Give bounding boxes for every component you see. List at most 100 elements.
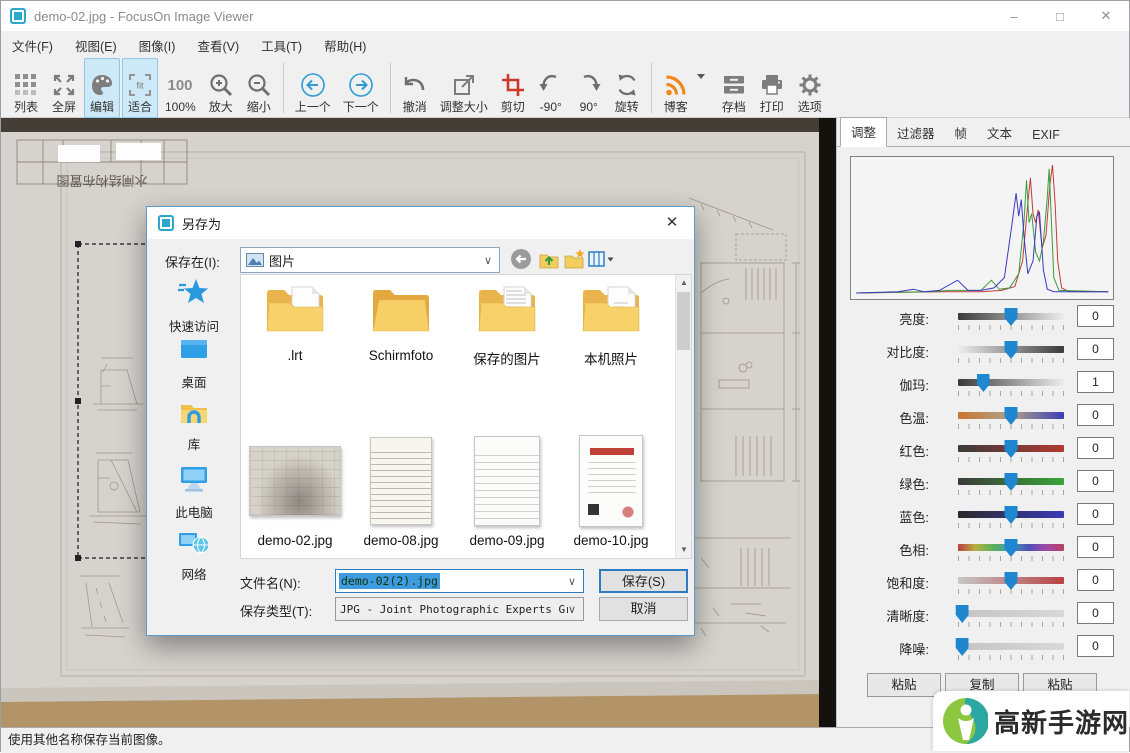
scroll-down-icon[interactable]: ▼ — [676, 542, 692, 558]
sidebar-item-libraries[interactable]: 库 — [149, 397, 239, 453]
brightness-slider[interactable] — [958, 313, 1064, 320]
crop-button[interactable]: 剪切 — [495, 58, 531, 118]
resize-button[interactable]: 调整大小 — [435, 58, 493, 118]
back-button[interactable] — [510, 248, 532, 275]
sidebar-item-quick-access[interactable]: 快速访问 — [149, 277, 239, 335]
up-folder-button[interactable] — [538, 248, 560, 275]
saturation-slider[interactable] — [958, 577, 1064, 584]
tab-adjust[interactable]: 调整 — [840, 117, 887, 147]
slider-thumb[interactable] — [1005, 572, 1018, 590]
fit-button[interactable]: fit 适合 — [122, 58, 158, 118]
new-folder-button[interactable] — [563, 248, 585, 275]
undo-button[interactable]: 撤消 — [397, 58, 433, 118]
blog-dropdown-caret[interactable] — [697, 74, 705, 79]
print-button[interactable]: 打印 — [754, 58, 790, 118]
slider-thumb[interactable] — [1005, 308, 1018, 326]
cancel-button[interactable]: 取消 — [599, 597, 688, 621]
archive-button[interactable]: 存档 — [716, 58, 752, 118]
maximize-button[interactable]: □ — [1037, 1, 1083, 31]
slider-thumb[interactable] — [956, 638, 969, 656]
sidebar-item-this-pc[interactable]: 此电脑 — [149, 463, 239, 521]
folder-item[interactable]: Schirmfoto — [349, 283, 453, 363]
folder-item[interactable]: 本机照片 — [559, 283, 663, 368]
slider-thumb[interactable] — [1005, 473, 1018, 491]
view-menu-button[interactable] — [588, 248, 616, 275]
tab-frames[interactable]: 帧 — [945, 119, 978, 147]
minimize-button[interactable]: – — [991, 1, 1037, 31]
menu-tools[interactable]: 工具(T) — [250, 36, 313, 55]
filename-input[interactable]: demo-02(2).jpg ∨ — [335, 569, 584, 593]
file-item[interactable]: demo-08.jpg — [349, 433, 453, 548]
menu-help[interactable]: 帮助(H) — [313, 36, 377, 55]
folder-item[interactable]: .lrt — [243, 283, 347, 363]
blue-value[interactable]: 0 — [1077, 503, 1114, 525]
clarity-value[interactable]: 0 — [1077, 602, 1114, 624]
file-item[interactable]: demo-10.jpg — [559, 433, 663, 548]
menu-view[interactable]: 视图(E) — [64, 36, 128, 55]
saturation-value[interactable]: 0 — [1077, 569, 1114, 591]
gamma-slider[interactable] — [958, 379, 1064, 386]
filename-row: 文件名(N): demo-02(2).jpg ∨ 保存(S) — [147, 569, 694, 593]
selection-handle[interactable] — [75, 241, 81, 247]
list-grid-icon — [13, 70, 39, 100]
dialog-close-button[interactable]: ✕ — [652, 207, 692, 239]
contrast-value[interactable]: 0 — [1077, 338, 1114, 360]
slider-thumb[interactable] — [1005, 341, 1018, 359]
scrollbar-thumb[interactable] — [677, 292, 690, 350]
chevron-down-icon[interactable]: ∨ — [568, 575, 576, 588]
rotate-90-button[interactable]: 90° — [571, 58, 607, 118]
next-button[interactable]: 下一个 — [338, 58, 384, 118]
slider-thumb[interactable] — [1005, 506, 1018, 524]
file-item[interactable]: demo-09.jpg — [455, 433, 559, 548]
file-list-scrollbar[interactable]: ▲ ▼ — [675, 275, 691, 558]
blog-button[interactable]: 博客 — [658, 58, 694, 118]
hue-value[interactable]: 0 — [1077, 536, 1114, 558]
selection-handle[interactable] — [75, 398, 81, 404]
zoom-in-button[interactable]: 放大 — [203, 58, 239, 118]
sidebar-item-desktop[interactable]: 桌面 — [149, 337, 239, 391]
file-item[interactable]: demo-02.jpg — [243, 433, 347, 548]
options-button[interactable]: 选项 — [792, 58, 828, 118]
selection-handle[interactable] — [75, 555, 81, 561]
slider-thumb[interactable] — [1005, 440, 1018, 458]
scroll-up-icon[interactable]: ▲ — [676, 275, 692, 291]
clarity-slider[interactable] — [958, 610, 1064, 617]
green-slider[interactable] — [958, 478, 1064, 485]
denoise-value[interactable]: 0 — [1077, 635, 1114, 657]
green-value[interactable]: 0 — [1077, 470, 1114, 492]
list-button[interactable]: 列表 — [8, 58, 44, 118]
zoom-out-button[interactable]: 缩小 — [241, 58, 277, 118]
red-slider[interactable] — [958, 445, 1064, 452]
menu-file[interactable]: 文件(F) — [1, 36, 64, 55]
menu-image[interactable]: 图像(I) — [128, 36, 187, 55]
color-temp-slider[interactable] — [958, 412, 1064, 419]
brightness-value[interactable]: 0 — [1077, 305, 1114, 327]
slider-thumb[interactable] — [1005, 539, 1018, 557]
paste-button[interactable]: 粘贴 — [867, 673, 941, 697]
save-button[interactable]: 保存(S) — [599, 569, 688, 593]
tab-filters[interactable]: 过滤器 — [887, 119, 945, 147]
menu-look[interactable]: 查看(V) — [186, 36, 250, 55]
zoom-100-button[interactable]: 100 100% — [160, 58, 201, 118]
denoise-slider[interactable] — [958, 643, 1064, 650]
save-in-combobox[interactable]: 图片 ∨ — [240, 247, 500, 273]
previous-button[interactable]: 上一个 — [290, 58, 336, 118]
red-value[interactable]: 0 — [1077, 437, 1114, 459]
fullscreen-button[interactable]: 全屏 — [46, 58, 82, 118]
folder-item[interactable]: 保存的图片 — [455, 283, 559, 368]
rotate-minus-90-button[interactable]: -90° — [533, 58, 569, 118]
tab-text[interactable]: 文本 — [977, 119, 1022, 147]
slider-thumb[interactable] — [1005, 407, 1018, 425]
edit-button[interactable]: 编辑 — [84, 58, 120, 118]
gamma-value[interactable]: 1 — [1077, 371, 1114, 393]
filetype-combobox[interactable]: JPG - Joint Photographic Experts Grou ∨ — [335, 597, 584, 621]
slider-thumb[interactable] — [977, 374, 990, 392]
close-button[interactable]: ✕ — [1083, 1, 1129, 31]
blue-slider[interactable] — [958, 511, 1064, 518]
tab-exif[interactable]: EXIF — [1022, 124, 1070, 147]
color-temp-value[interactable]: 0 — [1077, 404, 1114, 426]
slider-thumb[interactable] — [956, 605, 969, 623]
rotate-button[interactable]: 旋转 — [609, 58, 645, 118]
hue-slider[interactable] — [958, 544, 1064, 551]
contrast-slider[interactable] — [958, 346, 1064, 353]
